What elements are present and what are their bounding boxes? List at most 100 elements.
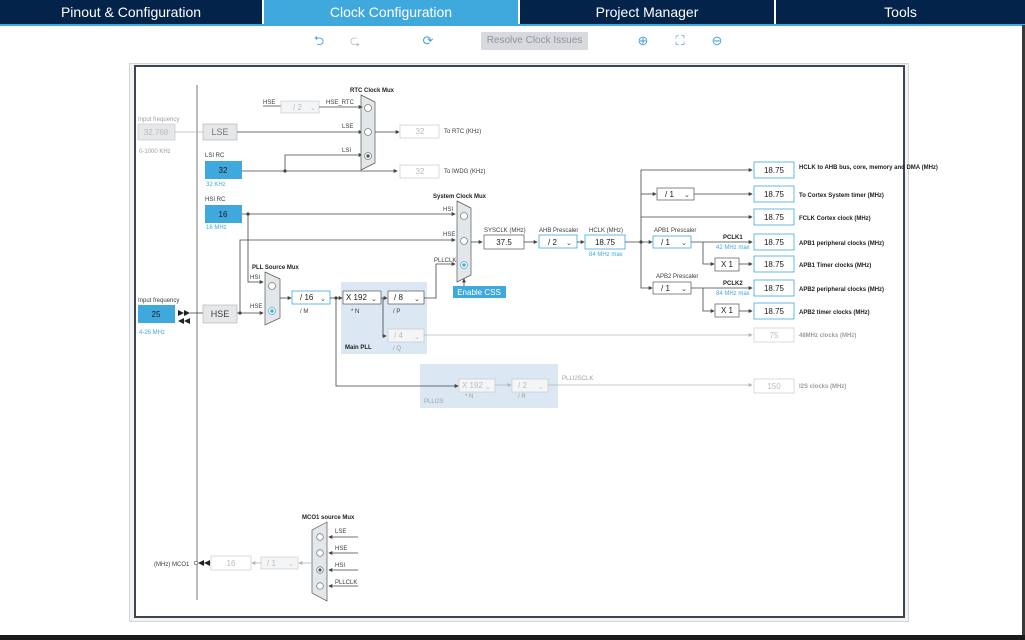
apb2-x1-value: X 1 <box>721 306 734 315</box>
mco1-radio-hse[interactable] <box>316 549 324 557</box>
hsi-unit: 16 MHz <box>206 225 227 231</box>
sys-mux-radio-hse[interactable] <box>460 237 468 245</box>
lsi-unit: 32 KHz <box>206 182 226 188</box>
cortex-divider-value: / 1 <box>665 190 674 199</box>
output-apb2-timer: 18.75 APB2 timer clocks (MHz) <box>753 302 870 320</box>
pll-m-value: / 16 <box>300 293 314 302</box>
apb1-prescaler-value: / 1 <box>661 238 670 247</box>
pll-q-label: / Q <box>393 346 401 352</box>
chevron-down-icon: ⌄ <box>681 240 687 247</box>
sys-hsi-label: HSI <box>443 207 453 213</box>
output-cortex-timer: 18.75 To Cortex System timer (MHz) <box>753 185 884 203</box>
mco1-output-value: 16 <box>227 559 236 568</box>
lsi-rc-value: 32 <box>219 166 228 175</box>
main-pll-label: Main PLL <box>345 345 372 351</box>
output-label: FCLK Cortex clock (MHz) <box>799 216 871 222</box>
chevron-down-icon: ⌄ <box>681 286 687 293</box>
chevron-down-icon: ⌄ <box>288 561 294 568</box>
lsi-junction <box>283 169 287 173</box>
rtc-lse-label: LSE <box>342 124 353 130</box>
iwdg-output-value: 32 <box>416 167 425 176</box>
rtc-output-label: To RTC (KHz) <box>444 129 481 135</box>
i2s-output-label: I2S clocks (MHz) <box>799 384 846 390</box>
pll-n-value: X 192 <box>346 293 367 302</box>
sysclk-value: 37.5 <box>496 238 512 247</box>
mco1-lse-label: LSE <box>335 529 346 535</box>
lsi-to-rtc-wire <box>242 153 363 172</box>
output-label: To Cortex System timer (MHz) <box>799 193 884 199</box>
rtc-mux-radio-lse[interactable] <box>364 128 372 136</box>
48mhz-output-value: 75 <box>770 331 779 340</box>
sys-mux-radio-hsi[interactable] <box>460 212 468 220</box>
chevron-down-icon: ⌄ <box>684 192 690 199</box>
plli2s-label: PLLI2S <box>424 399 444 405</box>
output-label: APB1 Timer clocks (MHz) <box>799 263 871 269</box>
output-hclk-ahb: 18.75 HCLK to AHB bus, core, memory and … <box>753 161 938 179</box>
lse-block-label: LSE <box>211 127 228 137</box>
mco1-hse-label: HSE <box>335 546 347 552</box>
hclk-max-label: 84 MHz max <box>589 252 623 258</box>
hse-input-value: 25 <box>152 310 161 319</box>
rtc-mux-radio-lsi-dot <box>366 154 370 158</box>
sys-mux-radio-pllclk-dot <box>462 263 466 267</box>
mco1-output-label: (MHz) MCO1 <box>154 562 190 568</box>
hclk-label: HCLK (MHz) <box>589 228 623 234</box>
mco1-radio-hsi-dot <box>318 568 322 572</box>
pclk2-label: PCLK2 <box>723 281 743 287</box>
chevron-down-icon: ⌄ <box>414 334 420 341</box>
apb2-prescaler-value: / 1 <box>661 284 670 293</box>
pll-mux-radio-hsi[interactable] <box>268 282 276 290</box>
apb1-prescaler-label: APB1 Prescaler <box>654 228 696 234</box>
lsi-rc-label: LSI RC <box>205 153 225 159</box>
output-label: HCLK to AHB bus, core, memory and DMA (M… <box>799 165 938 171</box>
output-value: 18.75 <box>764 238 785 247</box>
rtc-lsi-label: LSI <box>342 148 351 154</box>
plli2s-n-value: X 192 <box>462 381 483 390</box>
hse-range-label: 4-26 MHz <box>139 330 165 336</box>
pclk2-max-label: 84 MHz max <box>716 291 750 297</box>
output-label: APB1 peripheral clocks (MHz) <box>799 241 884 247</box>
output-apb1-timer: 18.75 APB1 Timer clocks (MHz) <box>753 255 871 273</box>
hse-block-label: HSE <box>211 309 230 319</box>
mco1-pin-icon <box>193 560 199 566</box>
chevron-down-icon: ⌄ <box>538 384 544 391</box>
lse-input-value: 32.768 <box>144 128 169 137</box>
pll-source-mux-title: PLL Source Mux <box>252 265 300 271</box>
rtc-hse-label: HSE <box>263 100 275 106</box>
pll-q-value: / 4 <box>394 331 403 340</box>
apb2-prescaler-label: APB2 Prescaler <box>656 274 698 280</box>
chevron-down-icon: ⌄ <box>485 384 491 391</box>
rtc-mux-radio-hse[interactable] <box>364 104 372 112</box>
mco1-source-mux-title: MCO1 source Mux <box>302 515 355 521</box>
output-value: 18.75 <box>764 190 785 199</box>
rtc-hse-divider-value: / 2 <box>293 103 302 112</box>
output-value: 18.75 <box>764 307 785 316</box>
pll-hse-label: HSE <box>250 304 262 310</box>
pll-hsi-label: HSI <box>250 275 260 281</box>
pll-p-value: / 8 <box>394 293 403 302</box>
output-value: 18.75 <box>764 213 785 222</box>
enable-css-label: Enable CSS <box>457 288 501 297</box>
lse-input-frequency-label: Input frequency <box>138 117 179 123</box>
rtc-hse-rtc-label: HSE_RTC <box>326 100 355 106</box>
i2s-output-value: 150 <box>767 382 781 391</box>
output-value: 18.75 <box>764 284 785 293</box>
ahb-prescaler-value: / 2 <box>548 238 557 247</box>
pll-n-label: * N <box>351 309 359 315</box>
output-value: 18.75 <box>764 166 785 175</box>
plli2s-r-value: / 2 <box>518 381 527 390</box>
chevron-down-icon: ⌄ <box>566 240 572 247</box>
pclk1-max-label: 42 MHz max <box>716 245 750 251</box>
pll-source-mux[interactable] <box>264 271 281 326</box>
mco1-radio-pllclk[interactable] <box>316 582 324 590</box>
chevron-down-icon: ⌄ <box>371 296 377 303</box>
output-label-text: HCLK to AHB bus, core, memory and DMA (M… <box>799 165 938 171</box>
hsi-rc-value: 16 <box>219 210 228 219</box>
mco1-radio-lse[interactable] <box>316 533 324 541</box>
pll-p-label: / P <box>393 309 400 315</box>
mco1-hsi-label: HSI <box>335 563 345 569</box>
chevron-down-icon: ⌄ <box>414 296 420 303</box>
output-fclk: 18.75 FCLK Cortex clock (MHz) <box>753 208 871 226</box>
hsi-to-pllmux-wire <box>247 214 264 284</box>
hsi-junction <box>246 212 250 216</box>
